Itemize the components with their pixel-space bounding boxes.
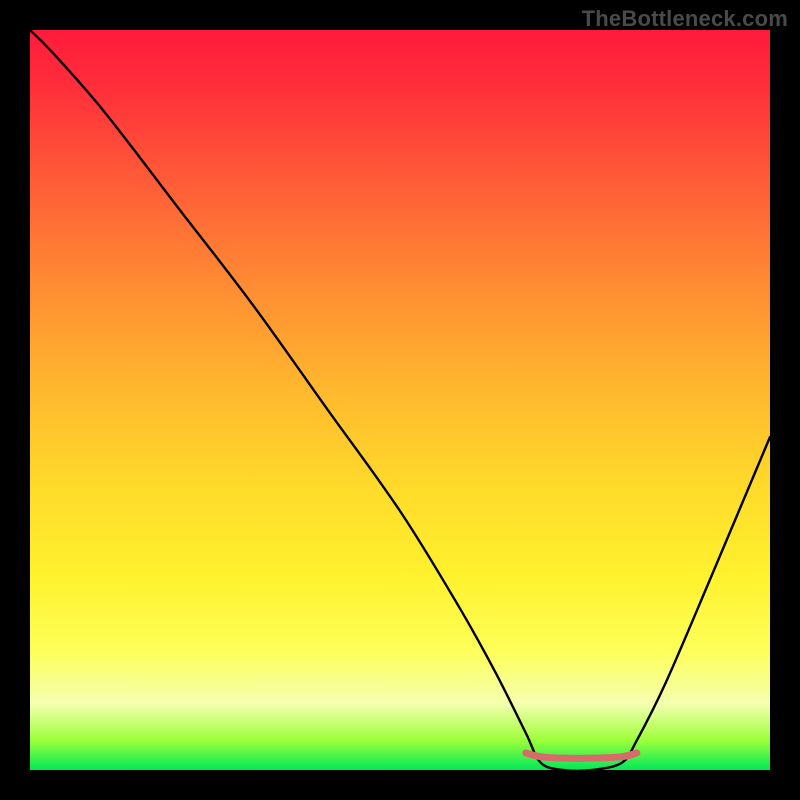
optimal-flat-segment: [526, 753, 637, 758]
bottleneck-curve-svg: [30, 30, 770, 770]
watermark-text: TheBottleneck.com: [582, 6, 788, 32]
bottleneck-curve: [30, 30, 770, 771]
plot-area: [30, 30, 770, 770]
chart-frame: TheBottleneck.com: [0, 0, 800, 800]
